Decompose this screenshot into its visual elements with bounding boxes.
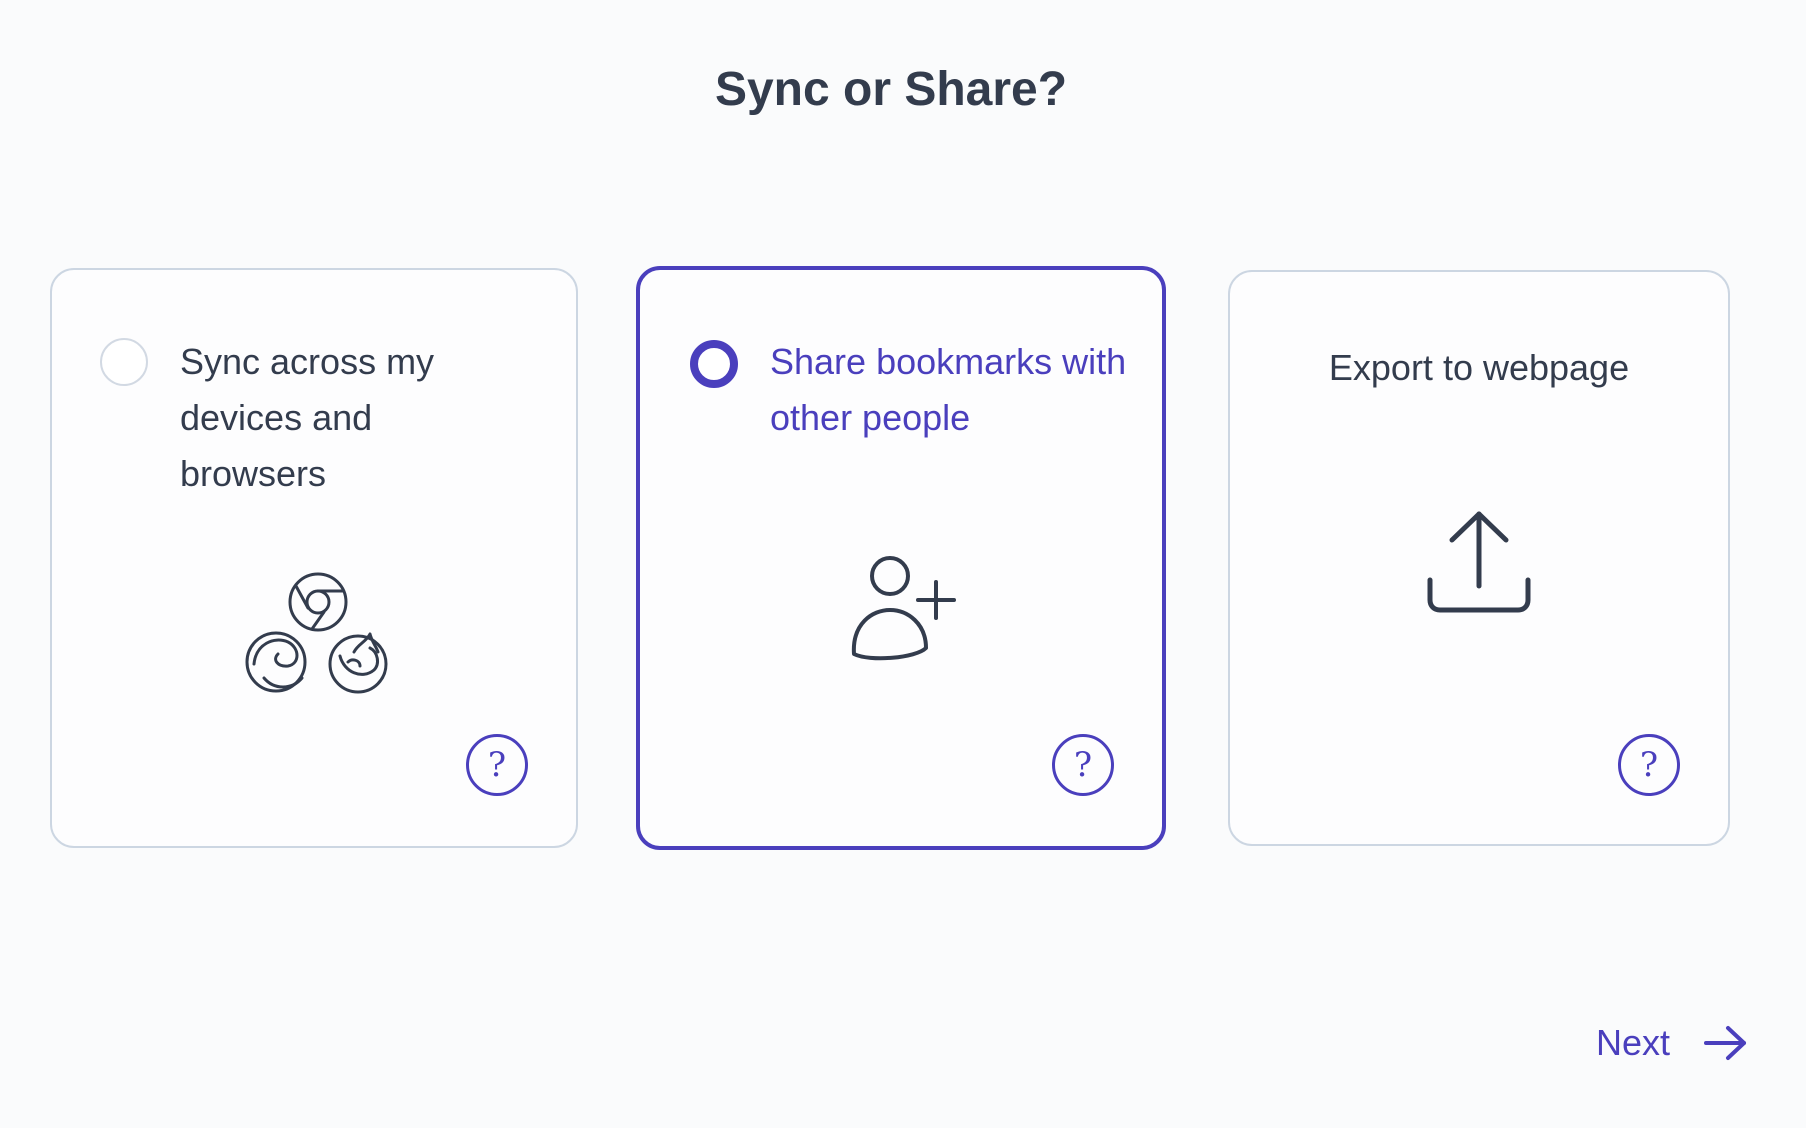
next-label: Next (1596, 1022, 1671, 1063)
option-card-export[interactable]: Export to webpage ? (1228, 270, 1730, 846)
page-title: Sync or Share? (714, 63, 1068, 116)
edge-icon (245, 631, 307, 693)
sync-radio[interactable] (100, 338, 148, 386)
arrow-right-icon (1704, 1026, 1747, 1060)
firefox-icon (328, 632, 388, 694)
browsers-icon (245, 572, 388, 694)
add-person-icon (851, 556, 956, 661)
upload-icon (1427, 511, 1531, 613)
help-button-share[interactable]: ? (1052, 734, 1114, 796)
next-button[interactable]: Next (1596, 1016, 1748, 1070)
chrome-icon (288, 572, 348, 632)
option-label-sync: Sync across my devices and browsers (180, 341, 435, 494)
help-button-export[interactable]: ? (1618, 734, 1680, 796)
share-radio[interactable] (690, 340, 738, 388)
option-card-sync[interactable]: Sync across my devices and browsers ? (50, 268, 578, 848)
option-label-export: Export to webpage (1328, 347, 1630, 388)
help-button-sync[interactable]: ? (466, 734, 528, 796)
option-card-share[interactable]: Share bookmarks with other people ? (636, 266, 1166, 850)
option-label-share: Share bookmarks with other people (770, 341, 1127, 438)
